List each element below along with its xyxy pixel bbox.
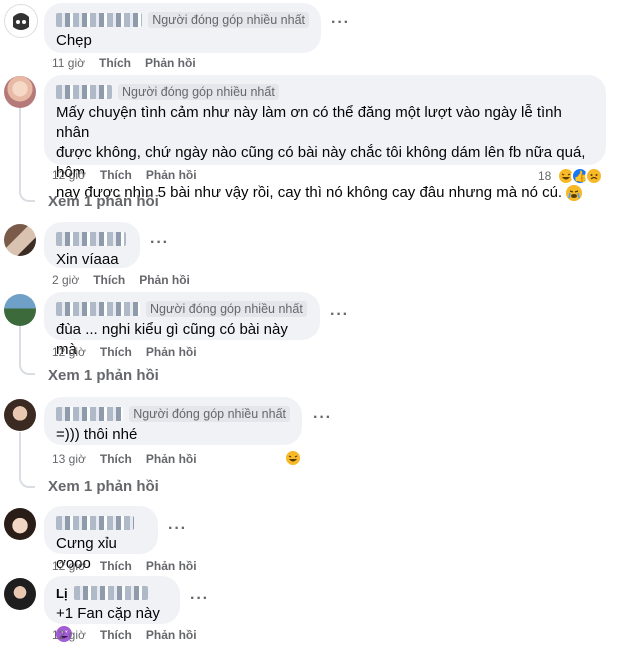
comment-actions: 13 giờ Thích Phản hồi	[52, 452, 197, 466]
crying-emoji-icon	[585, 167, 604, 185]
author-name[interactable]	[56, 232, 126, 246]
reply-button[interactable]: Phản hồi	[146, 345, 197, 359]
timestamp[interactable]: 12 giờ	[52, 345, 86, 359]
comment: Xin víaaa ··· 2 giờ Thích Phản hồi	[0, 220, 640, 290]
comment: Người đóng góp nhiều nhất đùa ... nghi k…	[0, 290, 640, 390]
like-button[interactable]: Thích	[100, 559, 132, 573]
comment-actions: 2 giờ Thích Phản hồi	[52, 273, 190, 287]
avatar[interactable]	[4, 224, 36, 256]
author-name[interactable]	[56, 407, 124, 421]
reaction-count: 18	[538, 169, 552, 183]
comment-actions: 12 giờ Thích Phản hồi	[52, 628, 197, 642]
like-button[interactable]: Thích	[99, 56, 131, 70]
comment: Cưng xỉu ơooo ··· 12 giờ Thích Phản hồi	[0, 504, 640, 574]
comment-bubble: Cưng xỉu ơooo	[44, 506, 158, 572]
comment-text: Mấy chuyện tình cảm như này làm ơn có th…	[56, 104, 586, 202]
comment: Lị +1 Fan cặp này ··· 12 giờ Thích Phản …	[0, 574, 640, 643]
comment: Người đóng góp nhiều nhất =))) thôi nhé …	[0, 395, 640, 500]
laughing-emoji-icon[interactable]	[284, 449, 302, 467]
author-name[interactable]	[73, 586, 148, 600]
timestamp[interactable]: 12 giờ	[52, 559, 86, 573]
comment-bubble: Người đóng góp nhiều nhất Chẹp	[44, 3, 321, 53]
view-replies-link[interactable]: Xem 1 phản hồi	[48, 367, 159, 384]
comment: Người đóng góp nhiều nhất Mấy chuyện tìn…	[0, 72, 640, 212]
crying-emoji-icon	[566, 185, 583, 202]
like-button[interactable]: Thích	[100, 452, 132, 466]
avatar[interactable]	[4, 4, 38, 38]
like-button[interactable]: Thích	[100, 168, 132, 182]
comment-text: =))) thôi nhé	[56, 426, 138, 443]
reply-button[interactable]: Phản hồi	[146, 452, 197, 466]
more-options-icon[interactable]: ···	[150, 234, 169, 252]
top-contributor-badge: Người đóng góp nhiều nhất	[146, 301, 307, 317]
reply-button[interactable]: Phản hồi	[146, 168, 197, 182]
view-replies-link[interactable]: Xem 1 phản hồi	[48, 193, 159, 210]
like-button[interactable]: Thích	[100, 628, 132, 642]
comment-actions: 12 giờ Thích Phản hồi	[52, 345, 197, 359]
comment-text: Xin víaaa	[56, 251, 119, 268]
timestamp[interactable]: 12 giờ	[52, 628, 86, 642]
timestamp[interactable]: 13 giờ	[52, 452, 86, 466]
reply-button[interactable]: Phản hồi	[139, 273, 190, 287]
comment-bubble: Người đóng góp nhiều nhất đùa ... nghi k…	[44, 292, 320, 358]
author-name[interactable]	[56, 302, 140, 316]
comment: Người đóng góp nhiều nhất Chẹp ··· 11 gi…	[0, 0, 640, 75]
like-button[interactable]: Thích	[93, 273, 125, 287]
top-contributor-badge: Người đóng góp nhiều nhất	[118, 84, 279, 100]
reaction-summary[interactable]: 18 👍	[538, 167, 604, 185]
author-name[interactable]	[56, 13, 143, 27]
author-name[interactable]	[56, 85, 112, 99]
timestamp[interactable]: 12 giờ	[52, 168, 86, 182]
comment-bubble: Xin víaaa	[44, 222, 140, 268]
like-button[interactable]: Thích	[100, 345, 132, 359]
avatar[interactable]	[4, 578, 36, 610]
avatar[interactable]	[4, 76, 36, 108]
comment-actions: 12 giờ Thích Phản hồi	[52, 559, 197, 573]
comment-actions: 12 giờ Thích Phản hồi	[52, 168, 197, 182]
author-name[interactable]	[56, 516, 134, 530]
comment-actions: 11 giờ Thích Phản hồi	[52, 56, 196, 70]
timestamp[interactable]: 11 giờ	[52, 56, 85, 70]
top-contributor-badge: Người đóng góp nhiều nhất	[129, 406, 290, 422]
reply-button[interactable]: Phản hồi	[145, 56, 196, 70]
avatar[interactable]	[4, 508, 36, 540]
comment-bubble: Lị +1 Fan cặp này	[44, 576, 180, 643]
reply-button[interactable]: Phản hồi	[146, 628, 197, 642]
author-name-prefix[interactable]: Lị	[56, 586, 68, 601]
view-replies-link[interactable]: Xem 1 phản hồi	[48, 478, 159, 495]
comment-bubble: Người đóng góp nhiều nhất Mấy chuyện tìn…	[44, 75, 606, 202]
comment-bubble: Người đóng góp nhiều nhất =))) thôi nhé	[44, 397, 302, 445]
avatar[interactable]	[4, 294, 36, 326]
more-options-icon[interactable]: ···	[331, 14, 350, 32]
more-options-icon[interactable]: ···	[190, 590, 209, 608]
more-options-icon[interactable]: ···	[330, 306, 349, 324]
more-options-icon[interactable]: ···	[313, 409, 332, 427]
timestamp[interactable]: 2 giờ	[52, 273, 79, 287]
reply-button[interactable]: Phản hồi	[146, 559, 197, 573]
comment-text: Chẹp	[56, 32, 92, 49]
more-options-icon[interactable]: ···	[168, 520, 187, 538]
avatar[interactable]	[4, 399, 36, 431]
top-contributor-badge: Người đóng góp nhiều nhất	[148, 12, 309, 28]
